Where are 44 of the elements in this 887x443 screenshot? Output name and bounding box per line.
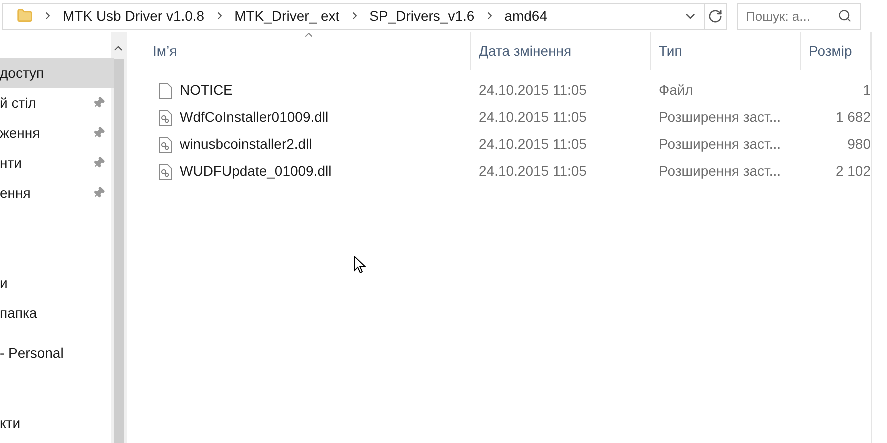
sidebar-item[interactable]: нти bbox=[0, 148, 114, 178]
type-cell-text: Файл bbox=[658, 81, 694, 100]
sidebar-item[interactable]: доступ bbox=[0, 58, 114, 88]
breadcrumb-item[interactable]: SP_Drivers_v1.6 bbox=[370, 6, 475, 26]
column-header[interactable]: Ім’я bbox=[127, 32, 471, 70]
gear-file-icon bbox=[159, 110, 172, 126]
gear-file-icon bbox=[159, 164, 172, 180]
size-cell-text: 2 102 bbox=[834, 162, 871, 181]
breadcrumb-item[interactable]: MTK_Driver_ ext bbox=[234, 6, 340, 26]
file-icon bbox=[159, 82, 172, 98]
type-cell-text: Розширення заст... bbox=[658, 135, 782, 154]
size-cell-text: 1 682 bbox=[834, 108, 871, 127]
refresh-icon[interactable] bbox=[708, 8, 723, 24]
gear-file-icon bbox=[159, 136, 172, 152]
date-cell-text: 24.10.2015 11:05 bbox=[478, 108, 588, 127]
cursor-icon bbox=[354, 256, 366, 274]
file-name[interactable]: WUDFUpdate_01009.dll bbox=[180, 161, 332, 182]
column-header[interactable]: Розмір bbox=[801, 32, 871, 70]
column-header[interactable]: Дата змінення bbox=[471, 32, 651, 70]
date-cell-text: 24.10.2015 11:05 bbox=[478, 162, 588, 181]
sidebar-item[interactable]: ження bbox=[0, 118, 114, 148]
sidebar-item[interactable]: кти bbox=[0, 408, 114, 438]
sidebar-item[interactable]: и bbox=[0, 268, 114, 298]
search-icon[interactable] bbox=[838, 8, 852, 22]
date-cell-text: 24.10.2015 11:05 bbox=[478, 81, 588, 100]
type-cell-text: Розширення заст... bbox=[658, 162, 782, 181]
sidebar-item[interactable]: - Personal bbox=[0, 338, 114, 368]
size-cell-text: 980 bbox=[846, 135, 871, 154]
file-name[interactable]: winusbcoinstaller2.dll bbox=[180, 134, 312, 155]
folder-icon bbox=[17, 8, 33, 24]
breadcrumb-item[interactable]: MTK Usb Driver v1.0.8 bbox=[63, 6, 205, 26]
sidebar-item[interactable]: папка bbox=[0, 298, 114, 328]
date-cell-text: 24.10.2015 11:05 bbox=[478, 135, 588, 154]
type-cell-text: Розширення заст... bbox=[658, 108, 782, 127]
size-cell-text: 1 bbox=[862, 81, 871, 100]
column-header[interactable]: Тип bbox=[651, 32, 801, 70]
scrollbar[interactable] bbox=[110, 32, 127, 443]
breadcrumb-item[interactable]: amd64 bbox=[504, 6, 548, 26]
sidebar-item[interactable]: ення bbox=[0, 178, 114, 208]
file-name[interactable]: WdfCoInstaller01009.dll bbox=[180, 107, 329, 128]
file-name[interactable]: NOTICE bbox=[180, 80, 233, 101]
sidebar-item[interactable]: й стіл bbox=[0, 88, 114, 118]
address-bar[interactable]: MTK Usb Driver v1.0.8 MTK_Driver_ ext SP_Drivers_v1.6 amd64 bbox=[2, 2, 727, 30]
search-field[interactable]: Пошук: a... bbox=[737, 2, 861, 30]
